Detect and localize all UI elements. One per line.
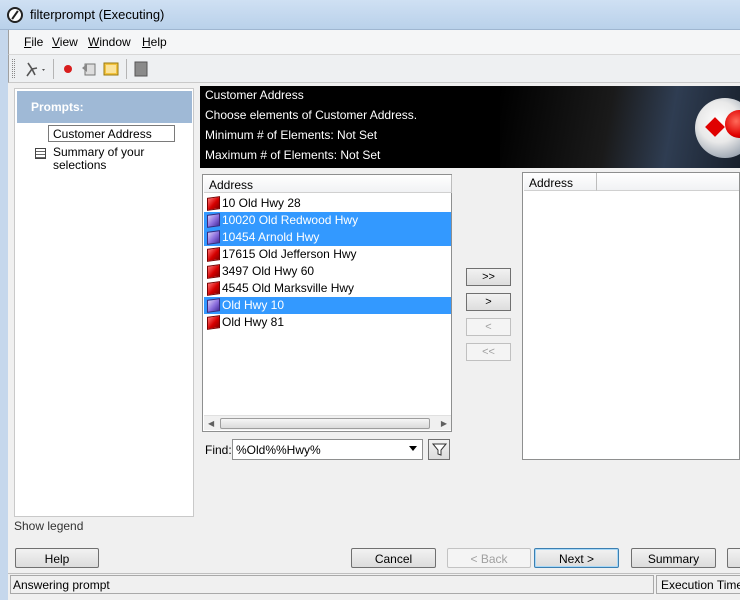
list-item-label: 10 Old Hwy 28: [222, 196, 301, 210]
prompt-title: Customer Address: [205, 88, 304, 102]
prompt-info-banner: Customer Address Choose elements of Cust…: [200, 86, 740, 168]
scroll-left-icon[interactable]: ◀: [208, 419, 214, 428]
help-button[interactable]: Help: [15, 548, 99, 568]
summary-button[interactable]: Summary: [631, 548, 716, 568]
list-item-label: 10454 Arnold Hwy: [222, 230, 320, 244]
window-frame: [0, 30, 8, 600]
element-cube-icon: [207, 196, 220, 211]
column-header-blank: [597, 173, 739, 191]
remove-all-button[interactable]: <<: [466, 343, 511, 361]
window-title: filterprompt (Executing): [30, 7, 165, 22]
prompts-panel: Prompts: Customer Address Summary of you…: [14, 88, 194, 517]
menu-view[interactable]: View: [52, 35, 78, 49]
list-item-label: 4545 Old Marksville Hwy: [222, 281, 355, 295]
selected-elements-list[interactable]: Address: [522, 172, 740, 460]
prompt-description: Choose elements of Customer Address.: [205, 108, 418, 122]
filter-button[interactable]: [428, 439, 450, 460]
element-cube-icon: [207, 230, 220, 245]
available-elements-list[interactable]: Address 10 Old Hwy 28 10020 Old Redwood H…: [202, 174, 452, 432]
scroll-right-icon[interactable]: ▶: [441, 419, 447, 428]
execution-time: Execution Time: [656, 575, 740, 594]
column-header-address[interactable]: Address: [524, 173, 597, 191]
list-item-label: 10020 Old Redwood Hwy: [222, 213, 359, 227]
scrollbar-thumb[interactable]: [220, 418, 430, 429]
back-button[interactable]: < Back: [447, 548, 531, 568]
record-icon[interactable]: [59, 60, 77, 78]
menu-bar: File View Window Help: [8, 30, 740, 54]
show-legend-link[interactable]: Show legend: [14, 519, 83, 533]
list-item[interactable]: 3497 Old Hwy 60: [204, 263, 451, 280]
element-cube-icon: [207, 281, 220, 296]
list-item-label: 17615 Old Jefferson Hwy: [222, 247, 357, 261]
list-item[interactable]: 4545 Old Marksville Hwy: [204, 280, 451, 297]
prompts-header: Prompts:: [17, 91, 192, 123]
element-cube-icon: [207, 315, 220, 330]
toolbar-grip: [12, 59, 15, 78]
title-bar: filterprompt (Executing): [0, 0, 740, 30]
add-button[interactable]: >: [466, 293, 511, 311]
element-cube-icon: [207, 298, 220, 313]
finish-button[interactable]: [727, 548, 740, 568]
list-item-label: 3497 Old Hwy 60: [222, 264, 315, 278]
menu-help[interactable]: Help: [142, 35, 167, 49]
app-icon: [7, 7, 23, 23]
list-item[interactable]: Old Hwy 10: [204, 297, 451, 314]
page-icon[interactable]: [132, 60, 150, 78]
export-icon[interactable]: [102, 60, 120, 78]
element-cube-icon: [207, 213, 220, 228]
element-cube-icon: [207, 247, 220, 262]
run-dropdown-icon[interactable]: [23, 60, 49, 78]
list-item[interactable]: 17615 Old Jefferson Hwy: [204, 246, 451, 263]
remove-button[interactable]: <: [466, 318, 511, 336]
menu-file[interactable]: File: [24, 35, 43, 49]
list-item[interactable]: 10 Old Hwy 28: [204, 195, 451, 212]
column-header-address[interactable]: Address: [204, 175, 452, 193]
list-item-label: Old Hwy 81: [222, 315, 285, 329]
summary-icon: [35, 148, 46, 159]
reprompt-icon[interactable]: [80, 60, 98, 78]
add-all-button[interactable]: >>: [466, 268, 511, 286]
sidebar-item-summary[interactable]: Summary of your selections: [53, 146, 173, 172]
element-cube-icon: [207, 264, 220, 279]
menu-window[interactable]: Window: [88, 35, 131, 49]
cancel-button[interactable]: Cancel: [351, 548, 436, 568]
list-item[interactable]: Old Hwy 81: [204, 314, 451, 331]
find-input[interactable]: %Old%%Hwy%: [232, 439, 423, 460]
toolbar-separator: [126, 59, 127, 79]
banner-logo-art: [500, 86, 740, 168]
sidebar-item-customer-address[interactable]: Customer Address: [48, 125, 175, 142]
toolbar: [8, 54, 740, 83]
prompt-max-elements: Maximum # of Elements: Not Set: [205, 148, 381, 162]
status-message: Answering prompt: [10, 575, 654, 594]
list-item-label: Old Hwy 10: [222, 298, 285, 312]
toolbar-separator: [53, 59, 54, 79]
list-item[interactable]: 10454 Arnold Hwy: [204, 229, 451, 246]
find-label: Find:: [205, 443, 232, 457]
funnel-icon: [432, 443, 447, 456]
horizontal-scrollbar[interactable]: ◀ ▶: [204, 415, 451, 430]
chevron-down-icon[interactable]: [409, 446, 417, 451]
prompt-min-elements: Minimum # of Elements: Not Set: [205, 128, 378, 142]
next-button[interactable]: Next >: [534, 548, 619, 568]
list-item[interactable]: 10020 Old Redwood Hwy: [204, 212, 451, 229]
